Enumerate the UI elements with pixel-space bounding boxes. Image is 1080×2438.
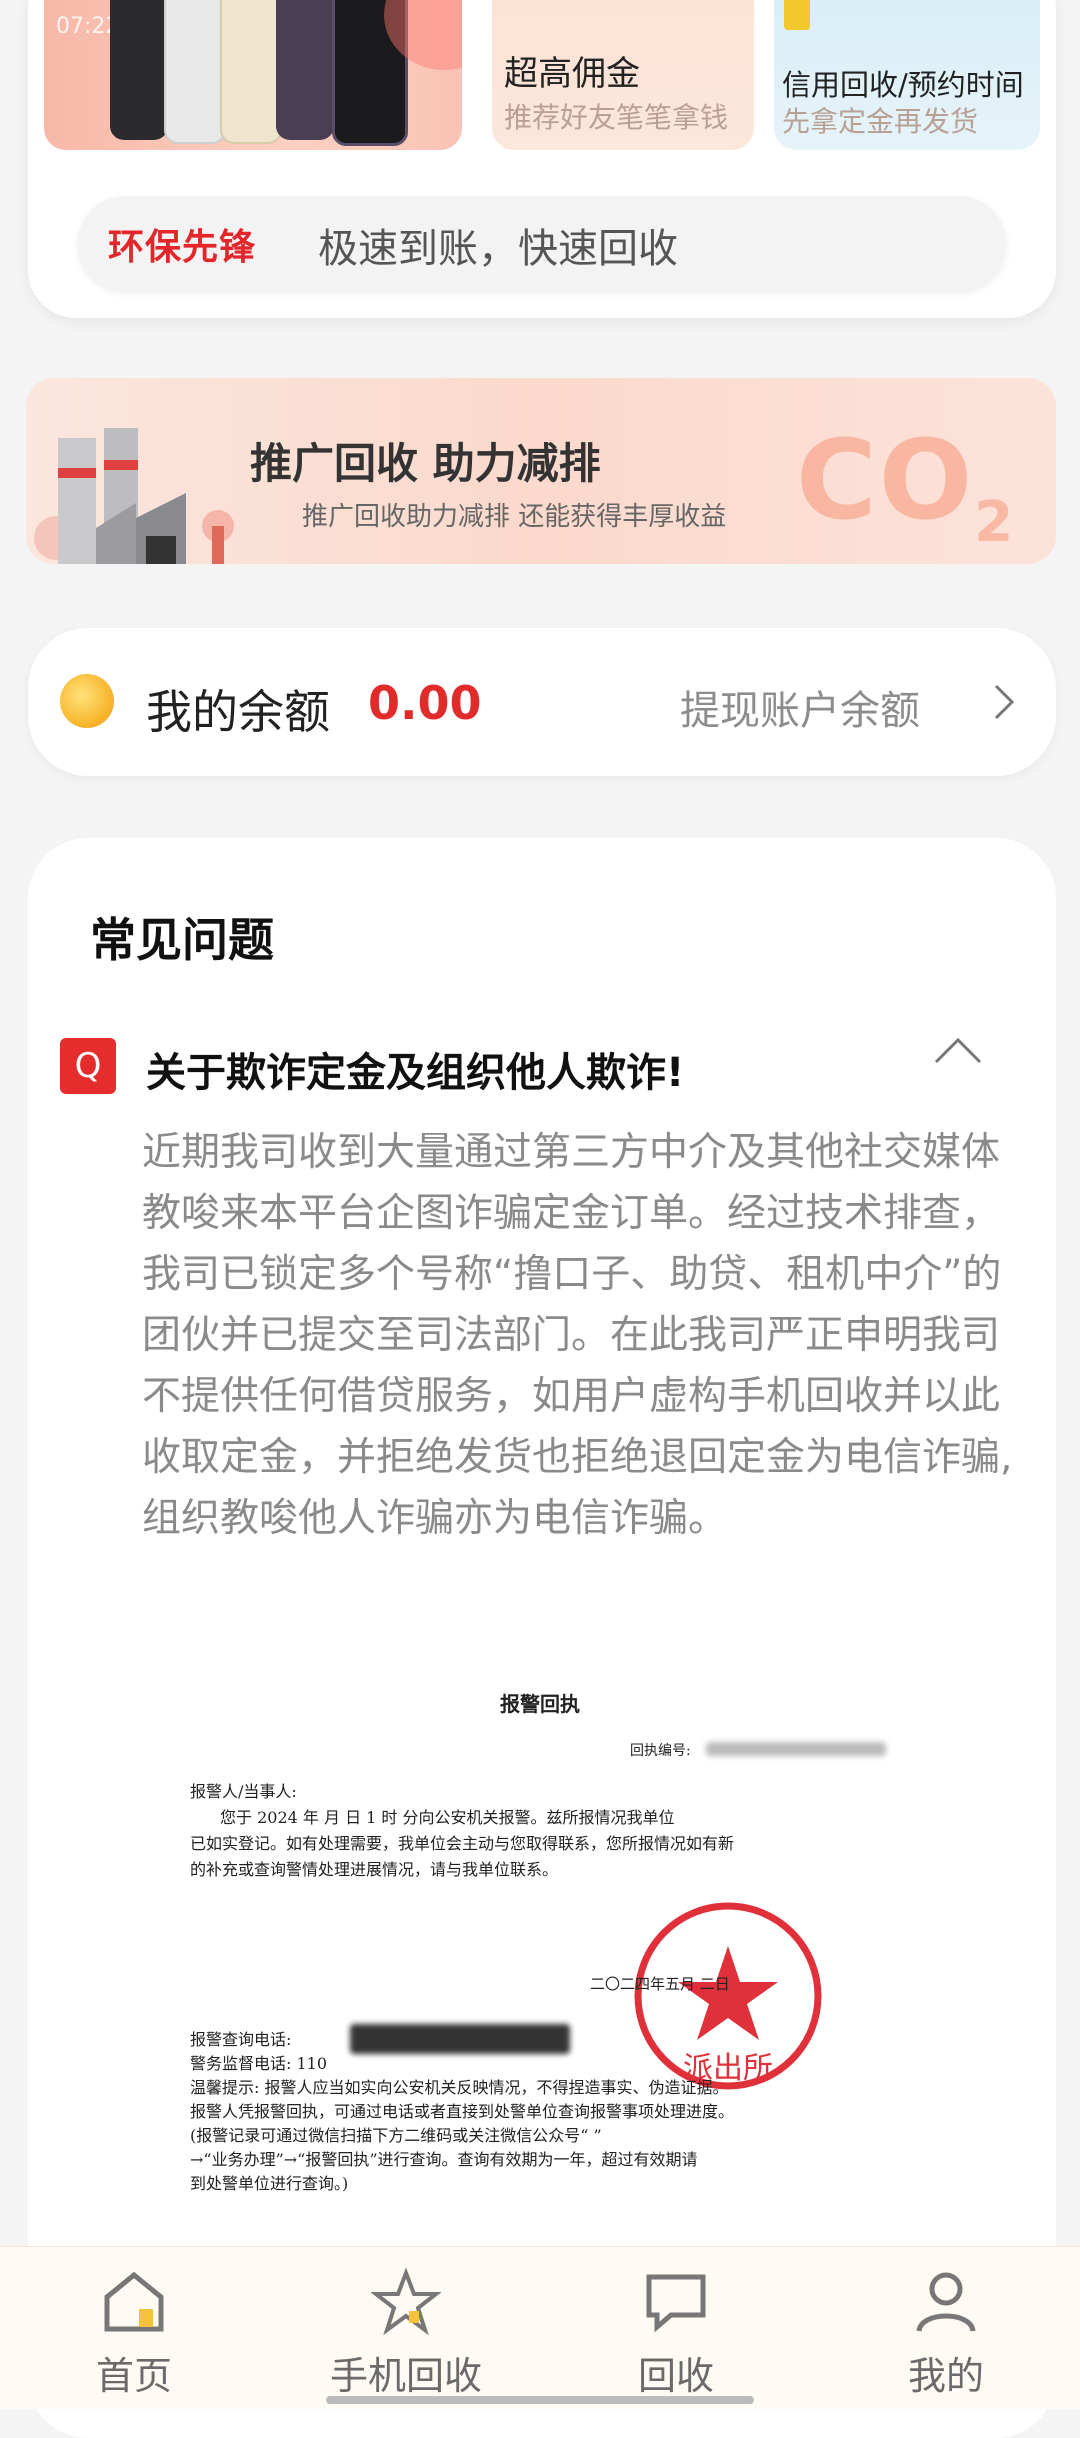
police-receipt-image: 报警回执 回执编号: 报警人/当事人: 您于 2024 年 月 日 1 时 分向… [150,1660,930,2260]
receipt-line: 到处警单位进行查询。) [190,2174,349,2193]
withdraw-link[interactable]: 提现账户余额 [680,678,920,736]
nav-item-mine[interactable]: 我的 [856,2267,1036,2400]
promo-commission-title: 超高佣金 [504,54,640,94]
bottom-nav: 首页 手机回收 回收 我的 [0,2246,1080,2409]
balance-label: 我的余额 [146,685,330,739]
gold-bar-icon [784,0,810,30]
balance-value: 0.00 [368,676,482,730]
redaction [350,2024,570,2054]
receipt-title: 报警回执 [500,1692,580,1716]
receipt-line: 报警人/当事人: [190,1782,297,1801]
receipt-line: 温馨提示: 报警人应当如实向公安机关反映情况，不得捏造事实、伪造证据。 [190,2078,729,2097]
balance-card[interactable]: 我的余额 0.00 提现账户余额 [28,628,1056,776]
receipt-date: 二〇二四年五月 二日 [590,1975,730,1993]
phone-image [164,0,226,144]
banner-title: 推广回收 助力减排 [250,439,601,488]
promo-commission-subtitle: 推荐好友笔笔拿钱 [504,101,729,134]
coin-icon [60,674,114,728]
promo-commission[interactable]: 超高佣金 推荐好友笔笔拿钱 [492,0,754,150]
phone-image [276,0,334,140]
redaction [706,1742,886,1756]
star-icon [370,2267,442,2336]
faq-title: 常见问题 [90,913,274,967]
receipt-line: 警务监督电话: 110 [190,2054,328,2073]
receipt-line: 报警查询电话: [190,2030,292,2049]
question-badge: Q [60,1038,116,1094]
phone-image [110,0,168,140]
nav-item-recycle[interactable]: 回收 [586,2267,766,2400]
faq-answer: 近期我司收到大量通过第三方中介及其他社交媒体教唆来本平台企图诈骗定金订单。经过技… [142,1130,1013,1541]
receipt-line: 已如实登记。如有处理需要，我单位会主动与您取得联系，您所报情况如有新 [190,1834,735,1853]
nav-item-home[interactable]: 首页 [44,2267,224,2400]
promo-credit-title: 信用回收/预约时间 [782,68,1024,102]
user-icon [916,2272,976,2332]
nav-item-phone-recycle[interactable]: 手机回收 [316,2267,496,2400]
receipt-line: 您于 2024 年 月 日 1 时 分向公安机关报警。兹所报情况我单位 [220,1808,675,1827]
home-icon [104,2271,164,2332]
promo-credit-subtitle: 先拿定金再发货 [782,105,979,138]
slogan-brand: 环保先锋 [108,227,257,268]
faq-question[interactable]: 关于欺诈定金及组织他人欺诈! [146,1040,684,1098]
promo-credit[interactable]: 信用回收/预约时间 先拿定金再发货 [774,0,1040,150]
promo-phone-banner[interactable]: 07:22 [44,0,462,150]
police-seal: 派出所 [634,1902,822,2090]
receipt-line: 的补充或查询警情处理进展情况，请与我单位联系。 [190,1860,559,1879]
nav-label: 手机回收 [329,2354,482,2398]
factory-icon [34,428,234,564]
promotion-banner[interactable]: 推广回收 助力减排 推广回收助力减排 还能获得丰厚收益 CO2 [26,378,1056,564]
receipt-number-label: 回执编号: [630,1743,691,1759]
slogan-text: 极速到账，快速回收 [318,226,678,272]
co2-graphic: CO2 [796,416,1016,555]
chevron-right-icon[interactable] [982,680,1026,724]
receipt-line: →“业务办理”→“报警回执”进行查询。查询有效期为一年，超过有效期请 [190,2150,698,2169]
nav-label: 首页 [95,2354,172,2398]
home-indicator[interactable] [326,2396,754,2404]
slogan-pill: 环保先锋 极速到账，快速回收 [78,196,1006,290]
receipt-line: (报警记录可通过微信扫描下方二维码或关注微信公众号“ ” [190,2126,602,2145]
receipt-line: 报警人凭报警回执，可通过电话或者直接到处警单位查询报警事项处理进度。 [190,2102,735,2121]
phone-image [220,0,282,144]
nav-label: 我的 [907,2354,984,2398]
nav-label: 回收 [637,2354,714,2398]
banner-subtitle: 推广回收助力减排 还能获得丰厚收益 [302,502,727,532]
chat-icon [646,2274,706,2333]
chevron-up-icon[interactable] [928,1022,988,1082]
